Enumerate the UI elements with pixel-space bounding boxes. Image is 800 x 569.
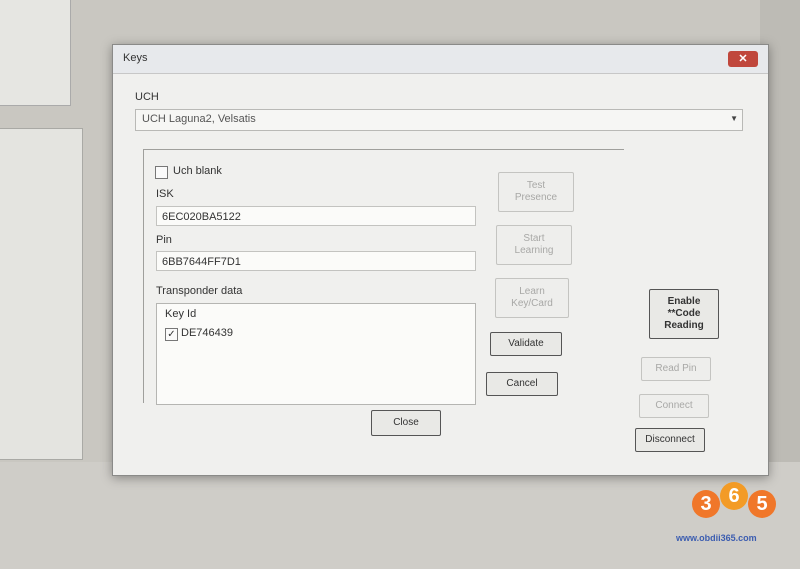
uch-selected-value: UCH Laguna2, Velsatis <box>142 113 256 125</box>
list-item[interactable]: ✓ DE746439 <box>165 326 465 342</box>
title-bar: Keys ✕ <box>113 45 768 74</box>
watermark-url: www.obdii365.com <box>676 533 757 543</box>
read-pin-button[interactable]: Read Pin <box>641 357 711 381</box>
uch-blank-checkbox[interactable] <box>155 166 168 179</box>
cancel-button[interactable]: Cancel <box>486 372 558 396</box>
close-button[interactable]: Close <box>371 410 441 436</box>
chevron-down-icon: ▼ <box>730 114 738 123</box>
keys-dialog: Keys ✕ UCH UCH Laguna2, Velsatis ▼ Uch b… <box>112 44 769 476</box>
logo-digit: 6 <box>720 482 748 510</box>
uch-select[interactable]: UCH Laguna2, Velsatis ▼ <box>135 109 743 131</box>
start-learning-button[interactable]: Start Learning <box>496 225 572 265</box>
isk-label: ISK <box>156 188 174 200</box>
test-presence-button[interactable]: Test Presence <box>498 172 574 212</box>
monitor-bezel <box>0 462 800 569</box>
connect-button[interactable]: Connect <box>639 394 709 418</box>
learn-keycard-button[interactable]: Learn Key/Card <box>495 278 569 318</box>
transponder-label: Transponder data <box>156 285 243 297</box>
close-window-button[interactable]: ✕ <box>728 51 758 67</box>
key-id-column-header: Key Id <box>165 308 197 320</box>
uch-blank-label: Uch blank <box>173 165 222 177</box>
watermark-logo: 3 6 5 <box>692 478 780 524</box>
isk-field[interactable]: 6EC020BA5122 <box>156 206 476 226</box>
disconnect-button[interactable]: Disconnect <box>635 428 705 452</box>
logo-digit: 3 <box>692 490 720 518</box>
pin-label: Pin <box>156 234 172 246</box>
background-panel <box>0 0 71 106</box>
logo-digit: 5 <box>748 490 776 518</box>
window-title: Keys <box>123 52 148 64</box>
close-icon: ✕ <box>738 53 748 65</box>
background-panel <box>0 128 83 460</box>
enable-code-reading-button[interactable]: Enable **Code Reading <box>649 289 719 339</box>
pin-field[interactable]: 6BB7644FF7D1 <box>156 251 476 271</box>
uch-label: UCH <box>135 91 159 103</box>
transponder-list[interactable]: Key Id ✓ DE746439 <box>156 303 476 405</box>
validate-button[interactable]: Validate <box>490 332 562 356</box>
key-checkbox[interactable]: ✓ <box>165 328 178 341</box>
key-id-value: DE746439 <box>181 327 233 339</box>
